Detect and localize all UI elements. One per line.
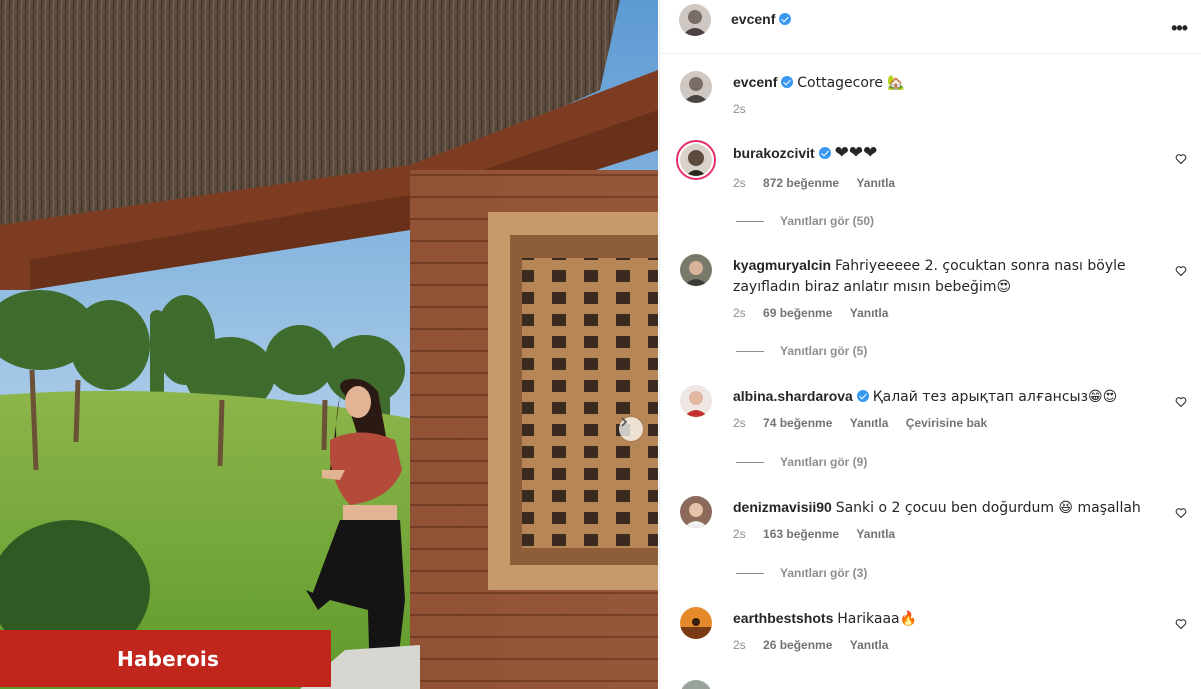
more-options-button[interactable]: ••• bbox=[1171, 18, 1188, 39]
comment-time[interactable]: 2s bbox=[733, 638, 746, 652]
comment-username[interactable]: kyagmuryalcin bbox=[733, 257, 831, 273]
comment-avatar[interactable] bbox=[676, 140, 716, 180]
comment-meta: 2s 163 beğenme Yanıtla bbox=[733, 527, 909, 541]
replies-divider bbox=[736, 221, 764, 223]
comment-avatar[interactable] bbox=[680, 385, 712, 417]
view-replies-button[interactable]: Yanıtları gör (9) bbox=[736, 455, 867, 469]
comment-text: Sanki o 2 çocuu ben doğurdum 😆 maşallah bbox=[835, 500, 1141, 516]
avatar-image bbox=[680, 254, 712, 286]
comment-time[interactable]: 2s bbox=[733, 306, 746, 320]
comment-time[interactable]: 2s bbox=[733, 416, 746, 430]
author-name-row: evcenf bbox=[731, 11, 792, 29]
next-image-button[interactable] bbox=[619, 417, 643, 441]
verified-badge-icon bbox=[781, 76, 794, 88]
comment-avatar[interactable] bbox=[680, 607, 712, 639]
avatar-image bbox=[680, 71, 712, 103]
verified-badge-icon bbox=[856, 390, 869, 402]
view-replies-button[interactable]: Yanıtları gör (3) bbox=[736, 566, 867, 580]
comment-body: kyagmuryalcin Fahriyeeeee 2. çocuktan so… bbox=[733, 255, 1153, 297]
comment-likes[interactable]: 69 beğenme bbox=[763, 306, 832, 320]
avatar-image bbox=[680, 680, 712, 689]
comment-body: denizmavisii90 Sanki o 2 çocuu ben doğur… bbox=[733, 497, 1153, 518]
comment-meta: 2s 69 beğenme Yanıtla bbox=[733, 306, 902, 320]
author-avatar[interactable] bbox=[679, 4, 711, 36]
comment-time[interactable]: 2s bbox=[733, 527, 746, 541]
caption-username[interactable]: evcenf bbox=[733, 74, 777, 90]
comment-body: burakozcivit ❤❤❤ bbox=[733, 143, 1153, 163]
avatar-image bbox=[680, 607, 712, 639]
reply-button[interactable]: Yanıtla bbox=[856, 176, 895, 190]
post-header: evcenf ••• bbox=[660, 0, 1201, 54]
post-image[interactable]: Haberois bbox=[0, 0, 658, 689]
caption-meta: 2s bbox=[733, 102, 760, 116]
avatar-image bbox=[680, 496, 712, 528]
replies-divider bbox=[736, 462, 764, 464]
verified-badge-icon bbox=[818, 147, 831, 159]
comment-time[interactable]: 2s bbox=[733, 176, 746, 190]
replies-divider bbox=[736, 573, 764, 575]
comment-body: albina.shardarova Қалай тез арықтап алға… bbox=[733, 386, 1153, 407]
comment-likes[interactable]: 872 beğenme bbox=[763, 176, 839, 190]
watermark-banner: Haberois bbox=[0, 630, 331, 687]
more-horizontal-icon: ••• bbox=[1171, 18, 1188, 38]
reply-button[interactable]: Yanıtla bbox=[850, 306, 889, 320]
comment-username[interactable]: earthbestshots bbox=[733, 610, 833, 626]
translate-button[interactable]: Çevirisine bak bbox=[906, 416, 987, 430]
comment-meta: 2s 26 beğenme Yanıtla bbox=[733, 638, 902, 652]
view-replies-label: Yanıtları gör (5) bbox=[780, 344, 868, 358]
comment-meta: 2s 872 beğenme Yanıtla bbox=[733, 176, 909, 190]
view-replies-label: Yanıtları gör (3) bbox=[780, 566, 868, 580]
comment-text: ❤❤❤ bbox=[834, 143, 878, 163]
verified-badge-icon bbox=[779, 13, 792, 25]
reply-button[interactable]: Yanıtla bbox=[850, 416, 889, 430]
like-heart-icon[interactable] bbox=[1175, 265, 1187, 277]
chevron-right-icon bbox=[621, 417, 628, 427]
caption-time[interactable]: 2s bbox=[733, 102, 746, 116]
comment-username[interactable]: denizmavisii90 bbox=[733, 499, 832, 515]
comment-text: Harikaaa🔥 bbox=[837, 611, 918, 627]
comment-avatar[interactable] bbox=[680, 496, 712, 528]
author-username[interactable]: evcenf bbox=[731, 11, 775, 27]
caption-body: evcenf Cottagecore 🏡 bbox=[733, 72, 1153, 93]
like-heart-icon[interactable] bbox=[1175, 618, 1187, 630]
avatar-image bbox=[680, 144, 712, 176]
avatar-image bbox=[679, 4, 711, 36]
post-side-panel: evcenf ••• evcenf Cottagecore 🏡 2s burak… bbox=[659, 0, 1201, 689]
comment-username[interactable]: burakozcivit bbox=[733, 145, 815, 161]
comment-text: Қалай тез арықтап алғансыз😁😍 bbox=[872, 389, 1118, 405]
caption-avatar[interactable] bbox=[680, 71, 712, 103]
reply-button[interactable]: Yanıtla bbox=[850, 638, 889, 652]
reply-button[interactable]: Yanıtla bbox=[856, 527, 895, 541]
like-heart-icon[interactable] bbox=[1175, 153, 1187, 165]
watermark-text: Haberois bbox=[117, 646, 220, 671]
comment-avatar[interactable] bbox=[680, 254, 712, 286]
comment-likes[interactable]: 74 beğenme bbox=[763, 416, 832, 430]
comment-likes[interactable]: 26 beğenme bbox=[763, 638, 832, 652]
view-replies-button[interactable]: Yanıtları gör (5) bbox=[736, 344, 867, 358]
like-heart-icon[interactable] bbox=[1175, 507, 1187, 519]
comment-avatar-partial[interactable] bbox=[680, 680, 712, 689]
replies-divider bbox=[736, 351, 764, 353]
view-replies-label: Yanıtları gör (9) bbox=[780, 455, 868, 469]
view-replies-button[interactable]: Yanıtları gör (50) bbox=[736, 214, 874, 228]
post-photo-illustration bbox=[0, 0, 658, 689]
comment-likes[interactable]: 163 beğenme bbox=[763, 527, 839, 541]
comment-username[interactable]: albina.shardarova bbox=[733, 388, 853, 404]
caption-text: Cottagecore 🏡 bbox=[797, 75, 905, 91]
comment-meta: 2s 74 beğenme Yanıtla Çevirisine bak bbox=[733, 416, 1001, 430]
view-replies-label: Yanıtları gör (50) bbox=[780, 214, 875, 228]
comment-body: earthbestshots Harikaaa🔥 bbox=[733, 608, 1153, 629]
avatar-image bbox=[680, 385, 712, 417]
like-heart-icon[interactable] bbox=[1175, 396, 1187, 408]
